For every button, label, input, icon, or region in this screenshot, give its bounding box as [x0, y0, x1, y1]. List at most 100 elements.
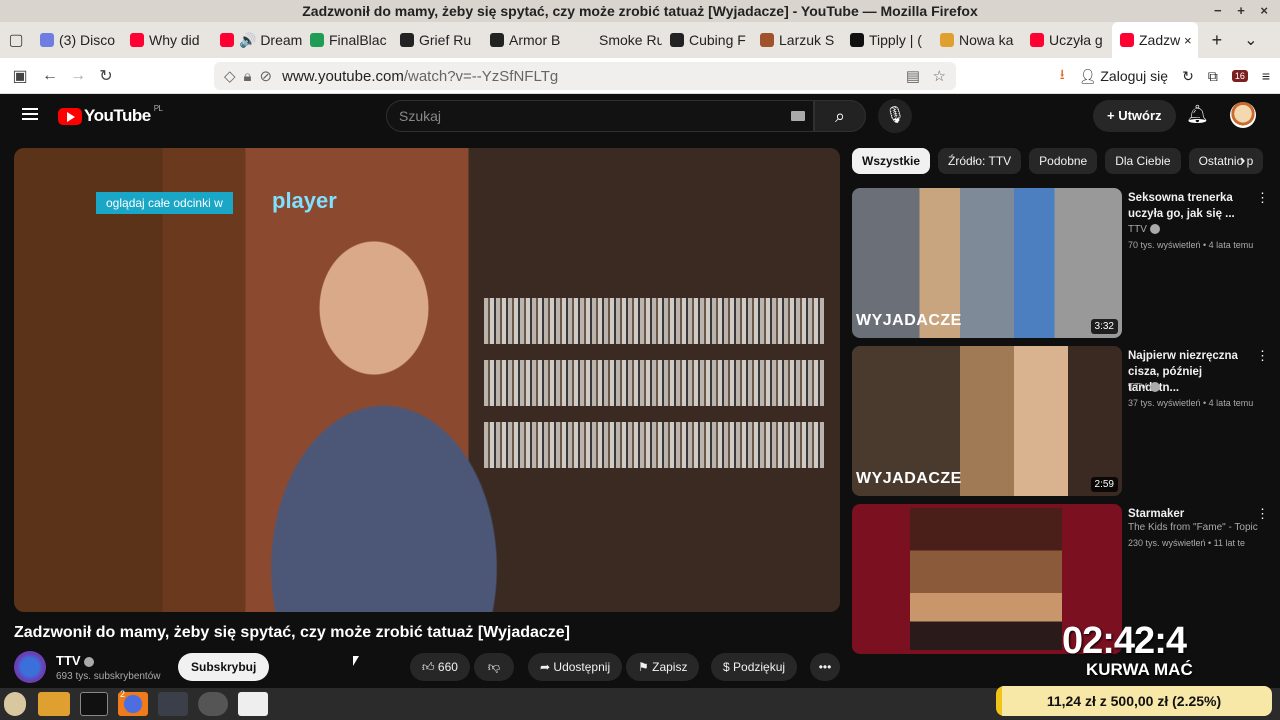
recommendation-channel[interactable]: TTV: [1128, 382, 1160, 393]
voice-search-button[interactable]: 🎙︎: [878, 99, 912, 133]
firefox-icon[interactable]: 2: [118, 689, 148, 716]
recommendation-item[interactable]: WYJADACZE 2:59 Najpierw niezręczna cisza…: [852, 346, 1272, 498]
browser-tab[interactable]: (3) Disco: [32, 22, 122, 58]
more-actions-button[interactable]: •••: [810, 653, 840, 681]
recommendation-title[interactable]: Starmaker: [1128, 506, 1252, 522]
chip-related[interactable]: Podobne: [1029, 148, 1098, 174]
browser-tab[interactable]: Larzuk S: [752, 22, 842, 58]
verified-icon: [83, 656, 94, 667]
browser-tab[interactable]: Cubing F: [662, 22, 752, 58]
tab-label: Why did: [149, 32, 200, 48]
tab-favicon-icon: [580, 33, 594, 47]
tab-favicon-icon: [940, 33, 954, 47]
recommendation-channel[interactable]: The Kids from "Fame" - Topic: [1128, 522, 1258, 533]
search-input[interactable]: Szukaj: [386, 100, 814, 132]
recommendation-thumbnail[interactable]: WYJADACZE 2:59: [852, 346, 1122, 496]
recommendation-thumbnail[interactable]: WYJADACZE 3:32: [852, 188, 1122, 338]
stream-caption-overlay: KURWA MAĆ: [1086, 660, 1193, 679]
browser-tab[interactable]: Uczyła g: [1022, 22, 1112, 58]
subscriber-count: 693 tys. subskrybentów: [56, 671, 161, 682]
steam-icon[interactable]: [158, 692, 188, 716]
obs-icon[interactable]: [198, 692, 228, 716]
extensions-icon[interactable]: ⧉: [1208, 68, 1218, 85]
menu-icon[interactable]: ≡: [1262, 68, 1270, 84]
hamburger-menu-icon[interactable]: [22, 108, 38, 120]
navigation-bar: ▣ ← → ↻ ◇ 🔒︎ ⊘ www.youtube.com /watch?v=…: [0, 58, 1280, 94]
thanks-button[interactable]: $ Podziękuj: [711, 653, 798, 681]
save-button[interactable]: ⚑ Zapisz: [626, 653, 700, 681]
like-button[interactable]: 👍︎ 660: [410, 653, 470, 681]
video-player[interactable]: oglądaj całe odcinki w player: [14, 148, 840, 612]
search-button[interactable]: ⌕: [814, 100, 866, 132]
new-tab-button[interactable]: +: [1212, 30, 1223, 51]
browser-tab[interactable]: Tipply | (: [842, 22, 932, 58]
chip-source-ttv[interactable]: Źródło: TTV: [938, 148, 1022, 174]
sidebar-toggle-icon[interactable]: ▣: [6, 66, 34, 86]
youtube-header: YouTube PL Szukaj ⌕ 🎙︎ + Utwórz 🔔︎: [0, 94, 1280, 138]
sync-icon[interactable]: ↻: [1182, 68, 1194, 85]
browser-tab[interactable]: Nowa ka: [932, 22, 1022, 58]
youtube-play-icon: [58, 107, 82, 125]
youtube-page: YouTube PL Szukaj ⌕ 🎙︎ + Utwórz 🔔︎ ogląd…: [0, 94, 1280, 688]
share-button[interactable]: ➦ Udostępnij: [528, 653, 623, 681]
lock-icon[interactable]: 🔒︎: [244, 68, 252, 85]
create-button[interactable]: + Utwórz: [1093, 100, 1176, 132]
reload-button[interactable]: ↻: [92, 66, 120, 86]
browser-tab[interactable]: Why did: [122, 22, 212, 58]
terminal-icon[interactable]: [80, 692, 108, 716]
back-button[interactable]: ←: [36, 67, 64, 85]
chip-all[interactable]: Wszystkie: [852, 148, 931, 174]
video-overlay-banner: oglądaj całe odcinki w: [96, 192, 233, 214]
window-title: Zadzwonił do mamy, żeby się spytać, czy …: [302, 3, 978, 19]
shield-icon[interactable]: ◇: [224, 67, 236, 85]
user-avatar[interactable]: [1230, 102, 1256, 128]
permissions-icon[interactable]: ⊘: [260, 67, 273, 85]
recommendation-item[interactable]: WYJADACZE 3:32 Seksowna trenerka uczyła …: [852, 188, 1272, 340]
youtube-logo-text: YouTube: [84, 106, 151, 125]
browser-tab[interactable]: Armor B: [482, 22, 572, 58]
chip-recently[interactable]: Ostatnio p: [1188, 148, 1264, 174]
tab-overflow-icon[interactable]: ⌄: [1244, 30, 1257, 50]
forward-button[interactable]: →: [64, 67, 92, 85]
browser-tab[interactable]: Grief Ru: [392, 22, 482, 58]
start-menu-icon[interactable]: [4, 692, 26, 716]
text-editor-icon[interactable]: [238, 692, 268, 716]
browser-tab[interactable]: Smoke Run: [572, 22, 662, 58]
more-options-icon[interactable]: ⋮: [1256, 348, 1269, 364]
dislike-button[interactable]: 👎︎: [474, 653, 514, 681]
chevron-right-icon[interactable]: ›: [1240, 152, 1245, 170]
extension-badge[interactable]: 16: [1231, 70, 1248, 82]
recommendation-title[interactable]: Seksowna trenerka uczyła go, jak się ...: [1128, 190, 1252, 222]
recommendation-channel[interactable]: TTV: [1128, 224, 1160, 235]
notifications-bell-icon[interactable]: 🔔︎: [1186, 104, 1209, 125]
chip-for-you[interactable]: Dla Ciebie: [1105, 148, 1181, 174]
tab-list-icon[interactable]: ▢: [0, 30, 32, 50]
more-options-icon[interactable]: ⋮: [1256, 506, 1269, 522]
account-button[interactable]: 👤︎ Zaloguj się: [1079, 68, 1168, 85]
browser-tab[interactable]: 🔊 Dream: [212, 22, 302, 58]
download-icon[interactable]: ⭳: [1060, 64, 1065, 88]
recommendation-meta: 230 tys. wyświetleń • 11 lat te: [1128, 538, 1246, 548]
tab-label: 🔊 Dream: [239, 31, 302, 48]
file-manager-icon[interactable]: [38, 692, 70, 716]
channel-name[interactable]: TTV: [56, 653, 94, 668]
url-bar[interactable]: ◇ 🔒︎ ⊘ www.youtube.com /watch?v=--YzSfNF…: [214, 62, 956, 90]
mouse-cursor-icon: [353, 656, 359, 666]
window-count-badge: 2: [120, 689, 126, 699]
channel-row: TTV 693 tys. subskrybentów Subskrybuj 👍︎…: [14, 650, 840, 688]
youtube-logo[interactable]: YouTube PL: [58, 104, 163, 126]
browser-tab[interactable]: FinalBlac: [302, 22, 392, 58]
window-controls[interactable]: − + ×: [1214, 0, 1274, 22]
keyboard-icon[interactable]: [791, 111, 805, 121]
bookmark-star-icon[interactable]: ☆: [933, 67, 946, 85]
tab-close-icon[interactable]: ×: [1184, 33, 1192, 48]
more-options-icon[interactable]: ⋮: [1256, 190, 1269, 206]
shelf-decoration: [484, 360, 824, 406]
tab-label: Grief Ru: [419, 32, 472, 48]
channel-avatar[interactable]: [14, 651, 46, 683]
reader-mode-icon[interactable]: ▤: [906, 67, 920, 85]
tab-favicon-icon: [400, 33, 414, 47]
subscribe-button[interactable]: Subskrybuj: [178, 653, 270, 681]
thanks-label: Podziękuj: [733, 660, 786, 674]
shelf-decoration: [484, 298, 824, 344]
